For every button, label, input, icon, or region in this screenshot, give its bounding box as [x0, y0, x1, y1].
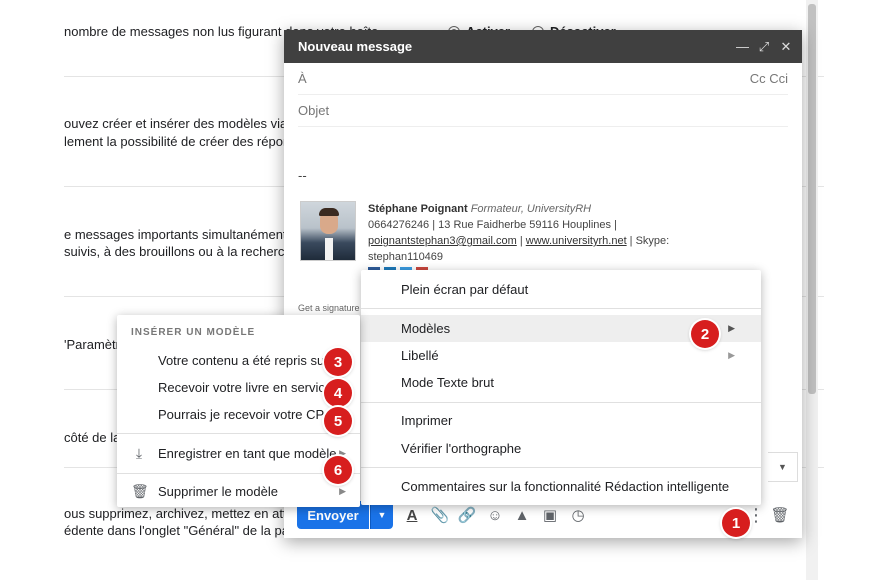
signature-block: Stéphane Poignant Formateur, UniversityR…	[368, 203, 670, 263]
settings-text: ouvez créer et insérer des modèles via l…	[64, 116, 302, 131]
emoji-icon[interactable]: ☺	[484, 504, 506, 526]
settings-text: lement la possibilité de créer des répon…	[64, 134, 304, 149]
compose-header[interactable]: Nouveau message — ⤢ ✕	[284, 30, 802, 63]
cc-bcc-link[interactable]: Cc Cci	[750, 71, 788, 86]
settings-text: suivis, à des brouillons ou à la recherc…	[64, 244, 309, 259]
menu-divider	[361, 308, 761, 309]
signature-email-link[interactable]: poignantstephan3@gmail.com	[368, 235, 517, 247]
step-badge-3: 3	[324, 348, 352, 376]
templates-submenu: INSÉRER UN MODÈLE Votre contenu a été re…	[117, 315, 360, 507]
signature-name: Stéphane Poignant	[368, 203, 468, 215]
settings-text: édente dans l'onglet "Général" de la pag…	[64, 523, 304, 538]
step-badge-1: 1	[722, 509, 750, 537]
menu-divider	[117, 433, 360, 434]
compose-title: Nouveau message	[298, 39, 413, 54]
submenu-arrow-icon: ▶	[728, 350, 735, 360]
settings-text: côté de la	[64, 430, 121, 445]
send-options-dropdown[interactable]: ▼	[370, 501, 393, 529]
to-label: À	[298, 71, 307, 86]
step-badge-5: 5	[324, 407, 352, 435]
step-badge-6: 6	[324, 456, 352, 484]
photo-icon[interactable]: ▣	[539, 504, 561, 526]
scrollbar-thumb[interactable]	[808, 4, 816, 394]
drive-icon[interactable]: ▲	[511, 504, 533, 526]
text-format-icon[interactable]: A	[401, 504, 423, 526]
signature-photo	[300, 201, 356, 261]
menu-divider	[361, 402, 761, 403]
minimize-icon[interactable]: —	[736, 39, 749, 54]
signature-skype: stephan110469	[368, 251, 444, 263]
menu-item-plain-text[interactable]: Mode Texte brut	[361, 369, 761, 396]
submenu-arrow-icon: ▶	[339, 486, 346, 496]
get-signature-link[interactable]: Get a signature	[298, 303, 360, 313]
settings-text: ous supprimez, archivez, mettez en atten…	[64, 506, 305, 521]
subject-field[interactable]: Objet	[298, 95, 788, 127]
to-field[interactable]: À Cc Cci	[298, 63, 788, 95]
signature-role: Formateur, UniversityRH	[470, 203, 592, 215]
delete-template-item[interactable]: 🗑 Supprimer le modèle ▶	[117, 478, 360, 505]
confidential-mode-icon[interactable]: ◷	[567, 504, 589, 526]
download-icon: ⤓	[135, 445, 143, 461]
expand-icon[interactable]: ⤢	[758, 39, 770, 55]
menu-item-feedback[interactable]: Commentaires sur la fonctionnalité Rédac…	[361, 473, 761, 500]
submenu-header: INSÉRER UN MODÈLE	[131, 327, 256, 338]
menu-item-fullscreen-default[interactable]: Plein écran par défaut	[361, 276, 761, 303]
step-badge-4: 4	[324, 379, 352, 407]
subject-placeholder: Objet	[298, 103, 330, 118]
link-icon[interactable]: 🔗	[456, 504, 478, 526]
signature-website-link[interactable]: www.universityrh.net	[526, 235, 627, 247]
trash-icon[interactable]: 🗑	[769, 504, 791, 526]
menu-item-print[interactable]: Imprimer	[361, 407, 761, 434]
more-options-menu: Plein écran par défaut Modèles ▶ Libellé ▶…	[361, 270, 761, 505]
settings-text: e messages importants simultanément. L	[64, 227, 301, 242]
template-item[interactable]: Recevoir votre livre en servic...	[117, 374, 360, 401]
save-as-template-item[interactable]: ⤓ Enregistrer en tant que modèle ▶	[117, 440, 360, 467]
step-badge-2: 2	[691, 320, 719, 348]
submenu-arrow-icon: ▶	[728, 323, 735, 333]
menu-item-spellcheck[interactable]: Vérifier l'orthographe	[361, 435, 761, 462]
screen: nombre de messages non lus figurant dans…	[0, 0, 872, 580]
trash-icon: 🗑	[131, 483, 149, 499]
menu-divider	[361, 467, 761, 468]
signature-separator: --	[298, 168, 307, 183]
chevron-down-icon[interactable]: ▼	[768, 452, 798, 482]
close-icon[interactable]: ✕	[780, 39, 792, 55]
signature-address: 0664276246 | 13 Rue Faidherbe 59116 Houp…	[368, 219, 617, 231]
attach-icon[interactable]: 📎	[429, 504, 451, 526]
